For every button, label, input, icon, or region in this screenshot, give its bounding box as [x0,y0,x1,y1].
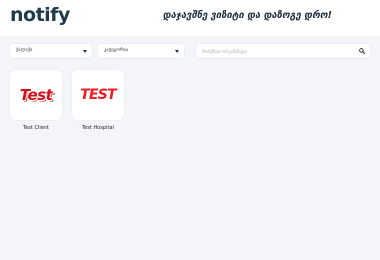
organization-name[interactable]: Test Hospital [72,125,124,131]
organization-logo-tile[interactable]: TEST [72,70,124,120]
organization-logo-tile[interactable]: Test [10,70,62,120]
filter-bar: ქალაქი კატეგორია [10,44,370,58]
notify-logo[interactable]: notify [10,4,70,26]
header-tagline: დაჯავშნე ვიზიტი და დაზოგე დრო! [162,10,332,21]
city-select[interactable]: ქალაქი [10,44,92,58]
chevron-down-icon [175,49,179,53]
category-select-value: კატეგორია [104,48,129,53]
organization-card[interactable]: TEST Test Hospital [72,70,124,131]
organization-name[interactable]: Test Client [10,125,62,131]
test-hospital-logo: TEST [80,87,116,103]
search-box [196,44,370,58]
chevron-down-icon [83,49,87,53]
organization-card[interactable]: Test Test Client [10,70,62,131]
category-select[interactable]: კატეგორია [98,44,184,58]
search-input[interactable] [202,46,342,56]
test-client-logo: Test [19,86,53,104]
city-select-value: ქალაქი [16,48,33,53]
search-icon[interactable] [359,47,365,54]
header: notify დაჯავშნე ვიზიტი და დაზოგე დრო! [0,0,380,36]
